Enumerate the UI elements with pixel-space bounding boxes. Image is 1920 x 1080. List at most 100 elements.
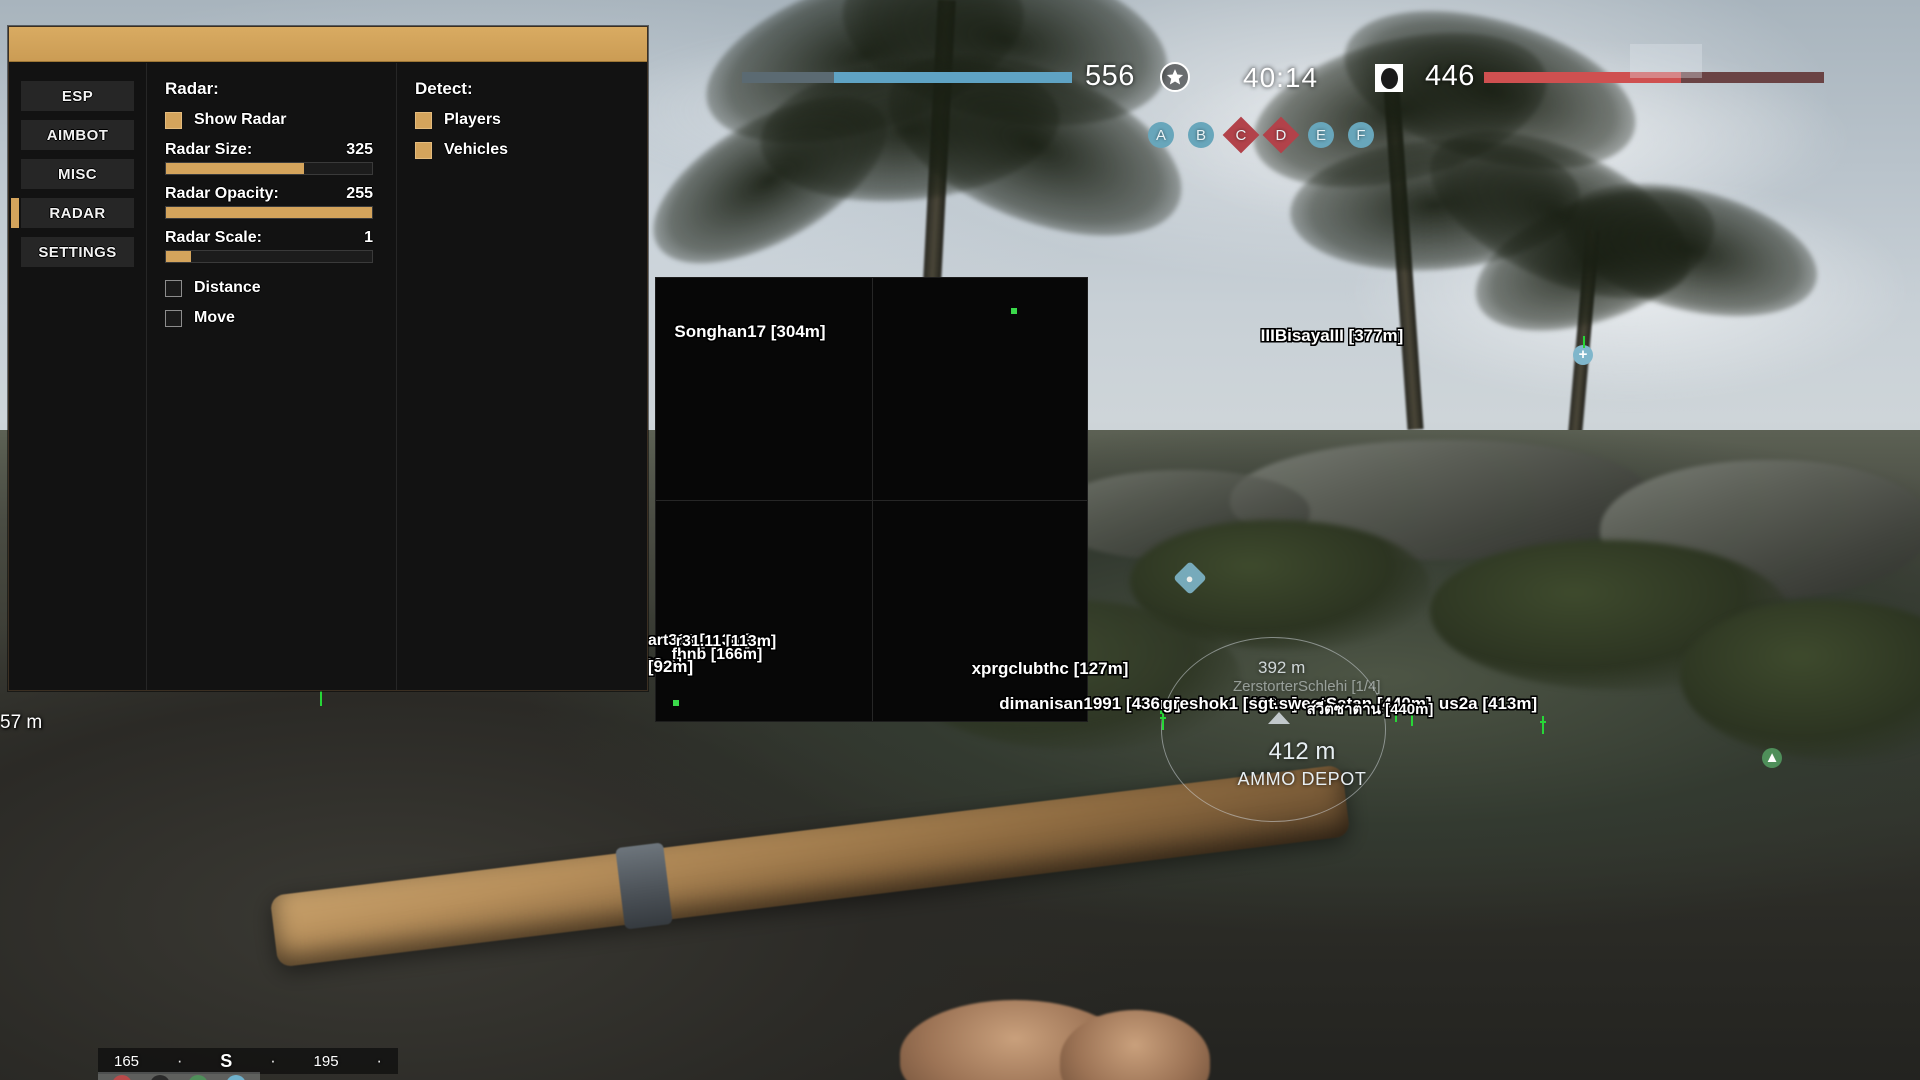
radar-blip bbox=[673, 700, 679, 706]
radar-size-label: Radar Size: bbox=[165, 141, 253, 158]
star-circle-icon bbox=[1160, 62, 1190, 92]
medic-marker-icon: ▲ bbox=[1762, 748, 1782, 768]
move-row[interactable]: Move bbox=[165, 309, 386, 327]
menu-body: ESP AIMBOT MISC RADAR SETTINGS Radar: Sh… bbox=[9, 63, 647, 690]
detect-players-row[interactable]: Players bbox=[415, 111, 637, 129]
compass-tick-dot: · bbox=[176, 1051, 183, 1070]
compass-icon-objective bbox=[226, 1075, 246, 1080]
capture-point-e[interactable]: E bbox=[1308, 122, 1334, 148]
radar-opacity-label: Radar Opacity: bbox=[165, 185, 279, 202]
radar-scale-slider-fill bbox=[166, 251, 191, 262]
tab-radar-label: RADAR bbox=[49, 204, 106, 222]
cheat-menu-window[interactable]: ESP AIMBOT MISC RADAR SETTINGS Radar: Sh… bbox=[8, 26, 648, 691]
medic-marker-icon: + bbox=[1573, 345, 1593, 365]
capture-point-f[interactable]: F bbox=[1348, 122, 1374, 148]
esp-skeleton bbox=[1582, 336, 1587, 348]
capture-point-d[interactable]: D bbox=[1262, 116, 1300, 154]
menu-tab-column: ESP AIMBOT MISC RADAR SETTINGS bbox=[9, 63, 147, 690]
radar-opacity-value: 255 bbox=[346, 185, 373, 202]
capture-point-b-label: B bbox=[1195, 126, 1206, 144]
esp-name-label: Songhan17 [304m] bbox=[674, 322, 826, 341]
menu-title-bar[interactable] bbox=[9, 27, 647, 62]
tab-esp-label: ESP bbox=[61, 87, 94, 105]
capture-point-d-label: D bbox=[1275, 126, 1287, 144]
us-score: 556 bbox=[1085, 60, 1135, 92]
detect-players-checkbox[interactable] bbox=[415, 111, 432, 129]
distance-row[interactable]: Distance bbox=[165, 279, 386, 297]
game-screen: 556 40:14 446 A B C D E F ● + ▲ 392 m Ze… bbox=[0, 0, 1920, 1080]
radar-scale-value: 1 bbox=[364, 229, 373, 246]
objective-name: AMMO DEPOT bbox=[1237, 769, 1367, 789]
capture-point-b[interactable]: B bbox=[1188, 122, 1214, 148]
compass-tick-195: 195 bbox=[313, 1052, 339, 1070]
esp-name-label: xprgclubthc [127m] bbox=[971, 659, 1129, 678]
show-radar-row[interactable]: Show Radar bbox=[165, 111, 386, 129]
radar-size-value: 325 bbox=[346, 141, 373, 158]
radar-scale-slider-row: Radar Scale: 1 bbox=[165, 229, 386, 263]
distance-label: Distance bbox=[194, 279, 261, 296]
sun-disc-icon bbox=[1375, 64, 1403, 92]
us-score-bar bbox=[742, 72, 1072, 83]
tab-aimbot-label: AIMBOT bbox=[46, 126, 109, 144]
capture-point-c[interactable]: C bbox=[1222, 116, 1260, 154]
detect-settings-column: Detect: Players Vehicles bbox=[397, 63, 647, 690]
move-label: Move bbox=[194, 309, 235, 326]
jp-score: 446 bbox=[1425, 60, 1475, 92]
objective-distance: 412 m bbox=[1268, 738, 1336, 765]
radar-scale-label: Radar Scale: bbox=[165, 229, 262, 246]
match-timer: 40:14 bbox=[1243, 62, 1319, 93]
detect-players-label: Players bbox=[444, 111, 501, 128]
esp-name-label: IIIBisayaIII [377m] bbox=[1260, 326, 1404, 345]
capture-point-c-label: C bbox=[1235, 126, 1247, 144]
tab-radar[interactable]: RADAR bbox=[11, 198, 134, 228]
objective-secondary-distance: 392 m bbox=[1258, 658, 1306, 677]
show-radar-checkbox[interactable] bbox=[165, 111, 182, 129]
radar-size-slider-fill bbox=[166, 163, 305, 174]
compass-icon-enemy bbox=[112, 1075, 132, 1080]
distance-checkbox[interactable] bbox=[165, 279, 182, 297]
left-distance-readout: 57 m bbox=[0, 712, 43, 733]
tab-settings-label: SETTINGS bbox=[38, 243, 117, 261]
tab-misc[interactable]: MISC bbox=[21, 159, 134, 189]
radar-blip bbox=[1011, 308, 1017, 314]
weapon-band bbox=[615, 842, 673, 930]
esp-name-label: dimanisan1991 [436m] bbox=[999, 694, 1181, 713]
radar-size-slider[interactable] bbox=[165, 162, 373, 175]
esp-name-label: สวีตซาตาน [440m] bbox=[1306, 701, 1434, 718]
esp-skeleton bbox=[1540, 716, 1546, 734]
esp-skeleton bbox=[1160, 712, 1166, 730]
compass-tick-dot: · bbox=[270, 1051, 276, 1070]
compass-icon-squad bbox=[188, 1075, 208, 1080]
radar-scale-slider[interactable] bbox=[165, 250, 373, 263]
detect-vehicles-row[interactable]: Vehicles bbox=[415, 141, 637, 159]
detect-vehicles-checkbox[interactable] bbox=[415, 141, 432, 159]
squad-glyph: ● bbox=[1186, 570, 1194, 586]
compass-bar: 165 · S · 195 · bbox=[98, 1048, 398, 1074]
radar-opacity-slider-row: Radar Opacity: 255 bbox=[165, 185, 386, 219]
tab-esp[interactable]: ESP bbox=[21, 81, 134, 111]
tab-settings[interactable]: SETTINGS bbox=[21, 237, 134, 267]
esp-name-label: us2a [413m] bbox=[1438, 694, 1538, 713]
compass-tick-165: 165 bbox=[114, 1052, 140, 1070]
radar-opacity-slider[interactable] bbox=[165, 206, 373, 219]
capture-point-a-label: A bbox=[1155, 126, 1166, 144]
radar-section-heading: Radar: bbox=[165, 79, 219, 98]
capture-point-a[interactable]: A bbox=[1148, 122, 1174, 148]
move-checkbox[interactable] bbox=[165, 309, 182, 327]
detect-vehicles-label: Vehicles bbox=[444, 141, 509, 158]
us-score-bar-fill bbox=[834, 72, 1072, 83]
capture-point-f-label: F bbox=[1356, 126, 1366, 144]
menu-settings-columns: Radar: Show Radar Radar Size: 325 Radar … bbox=[147, 63, 647, 690]
compass-cardinal-s: S bbox=[220, 1050, 233, 1071]
radar-opacity-slider-fill bbox=[166, 207, 372, 218]
tab-misc-label: MISC bbox=[57, 165, 98, 183]
compass-icon-strip bbox=[98, 1072, 260, 1080]
compass-tick-dot: · bbox=[376, 1051, 382, 1070]
show-radar-label: Show Radar bbox=[194, 111, 287, 128]
compass-icon-neutral bbox=[150, 1075, 170, 1080]
radar-horizontal-axis bbox=[656, 499, 1087, 501]
radar-settings-column: Radar: Show Radar Radar Size: 325 Radar … bbox=[147, 63, 397, 690]
capture-point-row: A B C D E F bbox=[1148, 116, 1374, 154]
tab-aimbot[interactable]: AIMBOT bbox=[21, 120, 134, 150]
hud-panel-overlay bbox=[1630, 44, 1702, 78]
